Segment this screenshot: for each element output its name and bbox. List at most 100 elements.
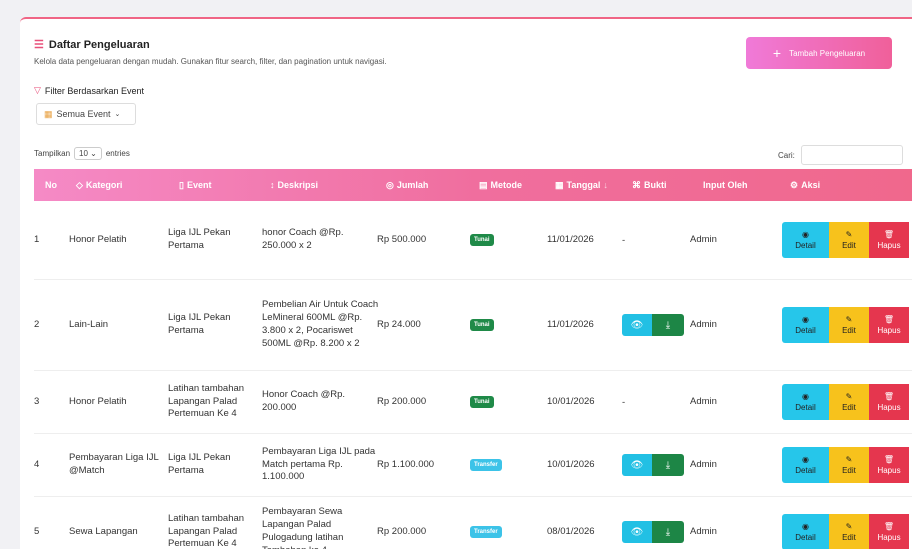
edit-button-label: Edit [842,403,856,412]
cell-jumlah-text: Rp 24.000 [377,318,421,330]
download-proof-button[interactable]: ⤓ [652,521,684,543]
table-row: 1 Honor Pelatih Liga IJL Pekan Pertama hono… [34,201,912,280]
cell-no: 4 [34,434,54,496]
cell-kategori-text: Pembayaran Liga IJL @Match [69,452,159,476]
entries-length-value: 10 [79,149,88,158]
delete-button[interactable]: 🗑︎ Hapus [869,222,909,258]
cell-deskripsi-text: Honor Coach @Rp. 200.000 [262,389,346,413]
cell-tanggal: 11/01/2026 [547,280,617,370]
method-badge: Transfer [470,459,502,471]
cell-event: Liga IJL Pekan Pertama [168,280,258,370]
cell-no-text: 4 [34,458,40,470]
cell-no-text: 3 [34,395,40,407]
detail-button-label: Detail [795,326,816,335]
col-deskripsi-label: Deskripsi [277,180,319,190]
edit-button[interactable]: ✎ Edit [829,222,869,258]
detail-button[interactable]: ◉ Detail [782,307,829,343]
download-proof-button[interactable]: ⤓ [652,454,684,476]
edit-button[interactable]: ✎ Edit [829,447,869,483]
cell-bukti: - [622,371,694,433]
cell-input-oleh: Admin [690,434,750,496]
edit-button[interactable]: ✎ Edit [829,384,869,420]
view-proof-button[interactable]: 👁︎ [622,454,652,476]
col-input-oleh[interactable]: Input Oleh [703,169,748,201]
chevron-down-icon: ⌄ [90,149,97,158]
col-bukti-label: Bukti [644,180,667,190]
cell-kategori: Honor Pelatih [69,371,169,433]
add-expense-button[interactable]: + Tambah Pengeluaran [746,37,892,69]
delete-icon: 🗑︎ [883,522,895,531]
cell-aksi: ◉ Detail ✎ Edit 🗑︎ Hapus [782,280,912,370]
col-tanggal[interactable]: ▦ Tanggal ↓ [555,169,608,201]
col-aksi-label: Aksi [801,180,821,190]
col-deskripsi[interactable]: ↕ Deskripsi [270,169,318,201]
delete-icon: 🗑︎ [883,455,895,464]
cell-event: Latihan tambahan Lapangan Palad Pertemua… [168,371,258,433]
delete-button[interactable]: 🗑︎ Hapus [869,514,909,549]
col-metode[interactable]: ▤ Metode [479,169,522,201]
detail-button[interactable]: ◉ Detail [782,514,829,549]
delete-button[interactable]: 🗑︎ Hapus [869,384,909,420]
detail-button[interactable]: ◉ Detail [782,384,829,420]
cell-no-text: 1 [34,233,40,245]
table-row: 5 Sewa Lapangan Latihan tambahan Lapangan … [34,497,912,549]
chevron-down-icon: ⌄ [114,111,121,118]
calendar-icon: ▦ [555,179,564,190]
col-event[interactable]: ▯ Event [179,169,211,201]
cell-no: 3 [34,371,54,433]
delete-button-label: Hapus [877,466,901,475]
cell-aksi: ◉ Detail ✎ Edit 🗑︎ Hapus [782,371,912,433]
edit-button[interactable]: ✎ Edit [829,514,869,549]
col-no[interactable]: No [45,169,57,201]
delete-button[interactable]: 🗑︎ Hapus [869,447,909,483]
cell-tanggal-text: 08/01/2026 [547,525,595,537]
detail-button[interactable]: ◉ Detail [782,447,829,483]
cell-event: Liga IJL Pekan Pertama [168,434,258,496]
cell-deskripsi: honor Coach @Rp. 250.000 x 2 [262,201,380,279]
col-jumlah-label: Jumlah [396,180,429,190]
detail-icon: ◉ [802,230,809,239]
view-proof-button[interactable]: 👁︎ [622,521,652,543]
sort-icon: ↕ [270,180,275,190]
cell-bukti: 👁︎ ⤓ [622,434,694,496]
edit-button[interactable]: ✎ Edit [829,307,869,343]
col-aksi[interactable]: ⚙ Aksi [790,169,820,201]
entries-label: entries [105,149,130,158]
delete-icon: 🗑︎ [883,230,895,239]
cell-input-oleh: Admin [690,280,750,370]
add-expense-label: Tambah Pengeluaran [789,48,866,58]
list-icon: ☰ [34,39,44,51]
view-proof-button[interactable]: 👁︎ [622,314,652,336]
entries-length-select[interactable]: 10 ⌄ [74,147,102,160]
cell-aksi: ◉ Detail ✎ Edit 🗑︎ Hapus [782,201,912,279]
col-jumlah[interactable]: ◎ Jumlah [386,169,428,201]
cell-bukti: 👁︎ ⤓ [622,497,694,549]
cell-tanggal-text: 10/01/2026 [547,458,595,470]
detail-button[interactable]: ◉ Detail [782,222,829,258]
delete-button-label: Hapus [877,241,901,250]
cell-event-text: Liga IJL Pekan Pertama [168,452,231,476]
cell-deskripsi-text: honor Coach @Rp. 250.000 x 2 [262,227,344,251]
cell-tanggal: 08/01/2026 [547,497,617,549]
event-filter-select[interactable]: ▦ Semua Event ⌄ [36,103,136,125]
cell-tanggal: 11/01/2026 [547,201,617,279]
delete-button-label: Hapus [877,403,901,412]
cell-jumlah: Rp 200.000 [377,497,457,549]
edit-icon: ✎ [845,455,853,464]
method-badge: Tunai [470,319,494,331]
delete-button[interactable]: 🗑︎ Hapus [869,307,909,343]
expense-card: ☰ Daftar Pengeluaran Kelola data pengelu… [20,17,912,549]
col-kategori[interactable]: ◇ Kategori [76,169,122,201]
detail-button-label: Detail [795,241,816,250]
edit-icon: ✎ [845,315,853,324]
cell-deskripsi: Honor Coach @Rp. 200.000 [262,371,380,433]
cell-no: 2 [34,280,54,370]
show-label: Tampilkan [34,149,71,158]
search-input[interactable] [800,145,903,165]
col-kategori-label: Kategori [85,180,123,190]
detail-button-label: Detail [795,466,816,475]
download-proof-button[interactable]: ⤓ [652,314,684,336]
cell-metode: Tunai [470,280,530,370]
cell-jumlah-text: Rp 1.100.000 [377,458,435,470]
col-bukti[interactable]: ⌘ Bukti [632,169,667,201]
